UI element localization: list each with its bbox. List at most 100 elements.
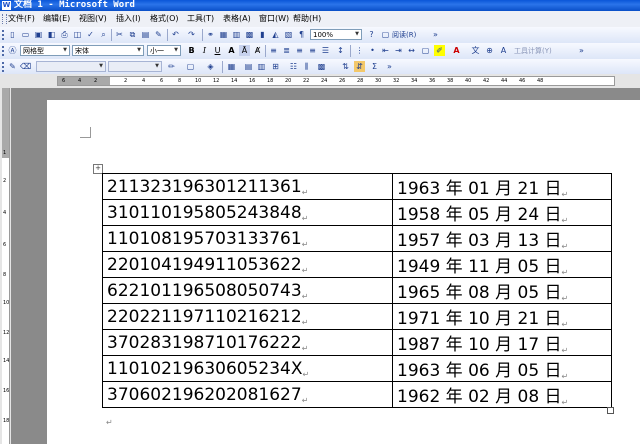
bold-button[interactable]: B — [186, 45, 197, 56]
paste-icon[interactable]: ▤ — [140, 29, 151, 40]
toolbar-options-icon[interactable]: » — [430, 29, 441, 40]
align-right-icon[interactable]: ≡ — [307, 45, 318, 56]
border-color-icon[interactable]: ✏ — [166, 61, 177, 72]
toolbar-grip[interactable] — [2, 62, 6, 72]
hyperlink-icon[interactable]: ⚭ — [205, 29, 216, 40]
toolbar-grip[interactable] — [2, 30, 6, 40]
cut-icon[interactable]: ✂ — [114, 29, 125, 40]
new-icon[interactable]: ▯ — [7, 29, 18, 40]
menu-tools[interactable]: 工具(T) — [187, 11, 214, 27]
text-direction-icon[interactable]: ⇅ — [340, 61, 351, 72]
table-cell[interactable]: 1987 年 10 月 17 日↵ — [392, 329, 612, 356]
distributed-icon[interactable]: ☰ — [320, 45, 331, 56]
styles-pane-icon[interactable]: Ⓐ — [7, 45, 18, 56]
sum-icon[interactable]: Σ — [369, 61, 380, 72]
numbering-icon[interactable]: ⋮ — [354, 45, 365, 56]
table-cell[interactable]: 1963 年 06 月 05 日↵ — [392, 355, 612, 382]
character-border-icon[interactable]: Ā — [239, 45, 250, 56]
distribute-rows-icon[interactable]: ☷ — [288, 61, 299, 72]
horizontal-ruler[interactable]: 6 4 2 2 4 6 8 10 12 14 16 18 20 22 24 26… — [57, 76, 615, 86]
align-justify-icon[interactable]: ≡ — [268, 45, 279, 56]
permission-icon[interactable]: ◧ — [46, 29, 57, 40]
toolbar-grip[interactable] — [2, 46, 6, 56]
undo-icon[interactable]: ↶ — [170, 29, 181, 40]
insert-table-icon[interactable]: ▥ — [231, 29, 242, 40]
chevron-down-icon[interactable]: ▼ — [153, 62, 161, 71]
help-icon[interactable]: ? — [366, 29, 377, 40]
menu-table[interactable]: 表格(A) — [223, 11, 251, 27]
style-combo[interactable]: 网格型 ▼ — [20, 45, 70, 56]
table-cell[interactable]: 310110195805243848↵ — [102, 199, 393, 226]
toolbar-options-icon[interactable]: » — [576, 45, 587, 56]
shading-color-icon[interactable]: ◈ — [205, 61, 216, 72]
line-style-combo[interactable]: ▼ — [36, 61, 106, 72]
table-cell[interactable]: 1963 年 01 月 21 日↵ — [392, 173, 612, 200]
vertical-ruler[interactable]: 1 2 4 6 8 10 12 14 16 18 — [0, 88, 11, 444]
table-cell[interactable]: 1965 年 08 月 05 日↵ — [392, 277, 612, 304]
font-color-icon[interactable]: A — [451, 45, 462, 56]
increase-indent-icon[interactable]: ⇥ — [393, 45, 404, 56]
document-map-icon[interactable]: ▧ — [283, 29, 294, 40]
read-icon[interactable]: ▢ — [380, 29, 391, 40]
chevron-down-icon[interactable]: ▼ — [353, 30, 361, 39]
border-icon[interactable]: ▢ — [420, 45, 431, 56]
line-weight-combo[interactable]: ▼ — [108, 61, 162, 72]
chevron-down-icon[interactable]: ▼ — [97, 62, 105, 71]
menu-insert[interactable]: 插入(I) — [116, 11, 141, 27]
sort-icon[interactable]: ⇵ — [354, 61, 365, 72]
table-cell[interactable]: 220221197110216212↵ — [102, 303, 393, 330]
show-hide-icon[interactable]: ¶ — [296, 29, 307, 40]
table-cell[interactable]: 1957 年 03 月 13 日↵ — [392, 225, 612, 252]
grow-font-icon[interactable]: A — [498, 45, 509, 56]
align-cell-icon[interactable]: ⊞ — [270, 61, 281, 72]
font-combo[interactable]: 宋体 ▼ — [72, 45, 144, 56]
print-preview-icon[interactable]: ◫ — [72, 29, 83, 40]
toolbar-options-icon[interactable]: » — [384, 61, 395, 72]
align-left-icon[interactable]: ≣ — [281, 45, 292, 56]
chevron-down-icon[interactable]: ▼ — [172, 46, 180, 55]
zoom-combo[interactable]: 100% ▼ — [310, 29, 362, 40]
table-cell[interactable]: 370602196202081627↵ — [102, 381, 393, 408]
menu-edit[interactable]: 编辑(E) — [43, 11, 70, 27]
menu-window[interactable]: 窗口(W) — [259, 11, 289, 27]
table-cell[interactable]: 1958 年 05 月 24 日↵ — [392, 199, 612, 226]
copy-icon[interactable]: ⧉ — [127, 29, 138, 40]
spelling-icon[interactable]: ✓ — [85, 29, 96, 40]
columns-icon[interactable]: ▮ — [257, 29, 268, 40]
insert-excel-icon[interactable]: ▩ — [244, 29, 255, 40]
drawing-icon[interactable]: ◭ — [270, 29, 281, 40]
read-button[interactable]: 阅读(R) — [392, 29, 416, 41]
table-cell[interactable]: 211323196301211361↵ — [102, 173, 393, 200]
table-cell[interactable]: 1949 年 11 月 05 日↵ — [392, 251, 612, 278]
menu-file[interactable]: 文件(F) — [8, 11, 35, 27]
print-icon[interactable]: ⎙ — [59, 29, 70, 40]
word-app-icon[interactable]: W — [2, 1, 11, 10]
decrease-indent-icon[interactable]: ⇤ — [380, 45, 391, 56]
phonetic-icon[interactable]: 文 — [470, 45, 481, 56]
italic-button[interactable]: I — [199, 45, 210, 56]
table-cell[interactable]: 1971 年 10 月 21 日↵ — [392, 303, 612, 330]
document-table[interactable]: 211323196301211361↵ 1963 年 01 月 21 日↵ 31… — [102, 173, 612, 408]
table-cell[interactable]: 11010219630605234X↵ — [102, 355, 393, 382]
line-spacing-icon[interactable]: ↕ — [335, 45, 346, 56]
draw-table-icon[interactable]: ✎ — [7, 61, 18, 72]
character-scale-icon[interactable]: Ⱥ — [252, 45, 263, 56]
tab-selector[interactable] — [0, 74, 11, 88]
table-cell[interactable]: 110108195703133761↵ — [102, 225, 393, 252]
tools-calc-label[interactable]: 工具计算(Y) — [514, 45, 552, 57]
merge-cells-icon[interactable]: ▤ — [243, 61, 254, 72]
chevron-down-icon[interactable]: ▼ — [135, 46, 143, 55]
chevron-down-icon[interactable]: ▼ — [61, 46, 69, 55]
char-spacing-icon[interactable]: ↔ — [406, 45, 417, 56]
menu-view[interactable]: 视图(V) — [79, 11, 107, 27]
format-painter-icon[interactable]: ✎ — [153, 29, 164, 40]
highlight-icon[interactable]: ✐ — [434, 45, 445, 56]
split-cells-icon[interactable]: ▥ — [256, 61, 267, 72]
save-icon[interactable]: ▣ — [33, 29, 44, 40]
insert-table-icon[interactable]: ▦ — [226, 61, 237, 72]
distribute-columns-icon[interactable]: ⫼ — [301, 61, 312, 72]
table-cell[interactable]: 370283198710176222↵ — [102, 329, 393, 356]
enclose-icon[interactable]: ⊕ — [484, 45, 495, 56]
menu-format[interactable]: 格式(O) — [150, 11, 179, 27]
grow-font-button[interactable]: A — [226, 45, 237, 56]
